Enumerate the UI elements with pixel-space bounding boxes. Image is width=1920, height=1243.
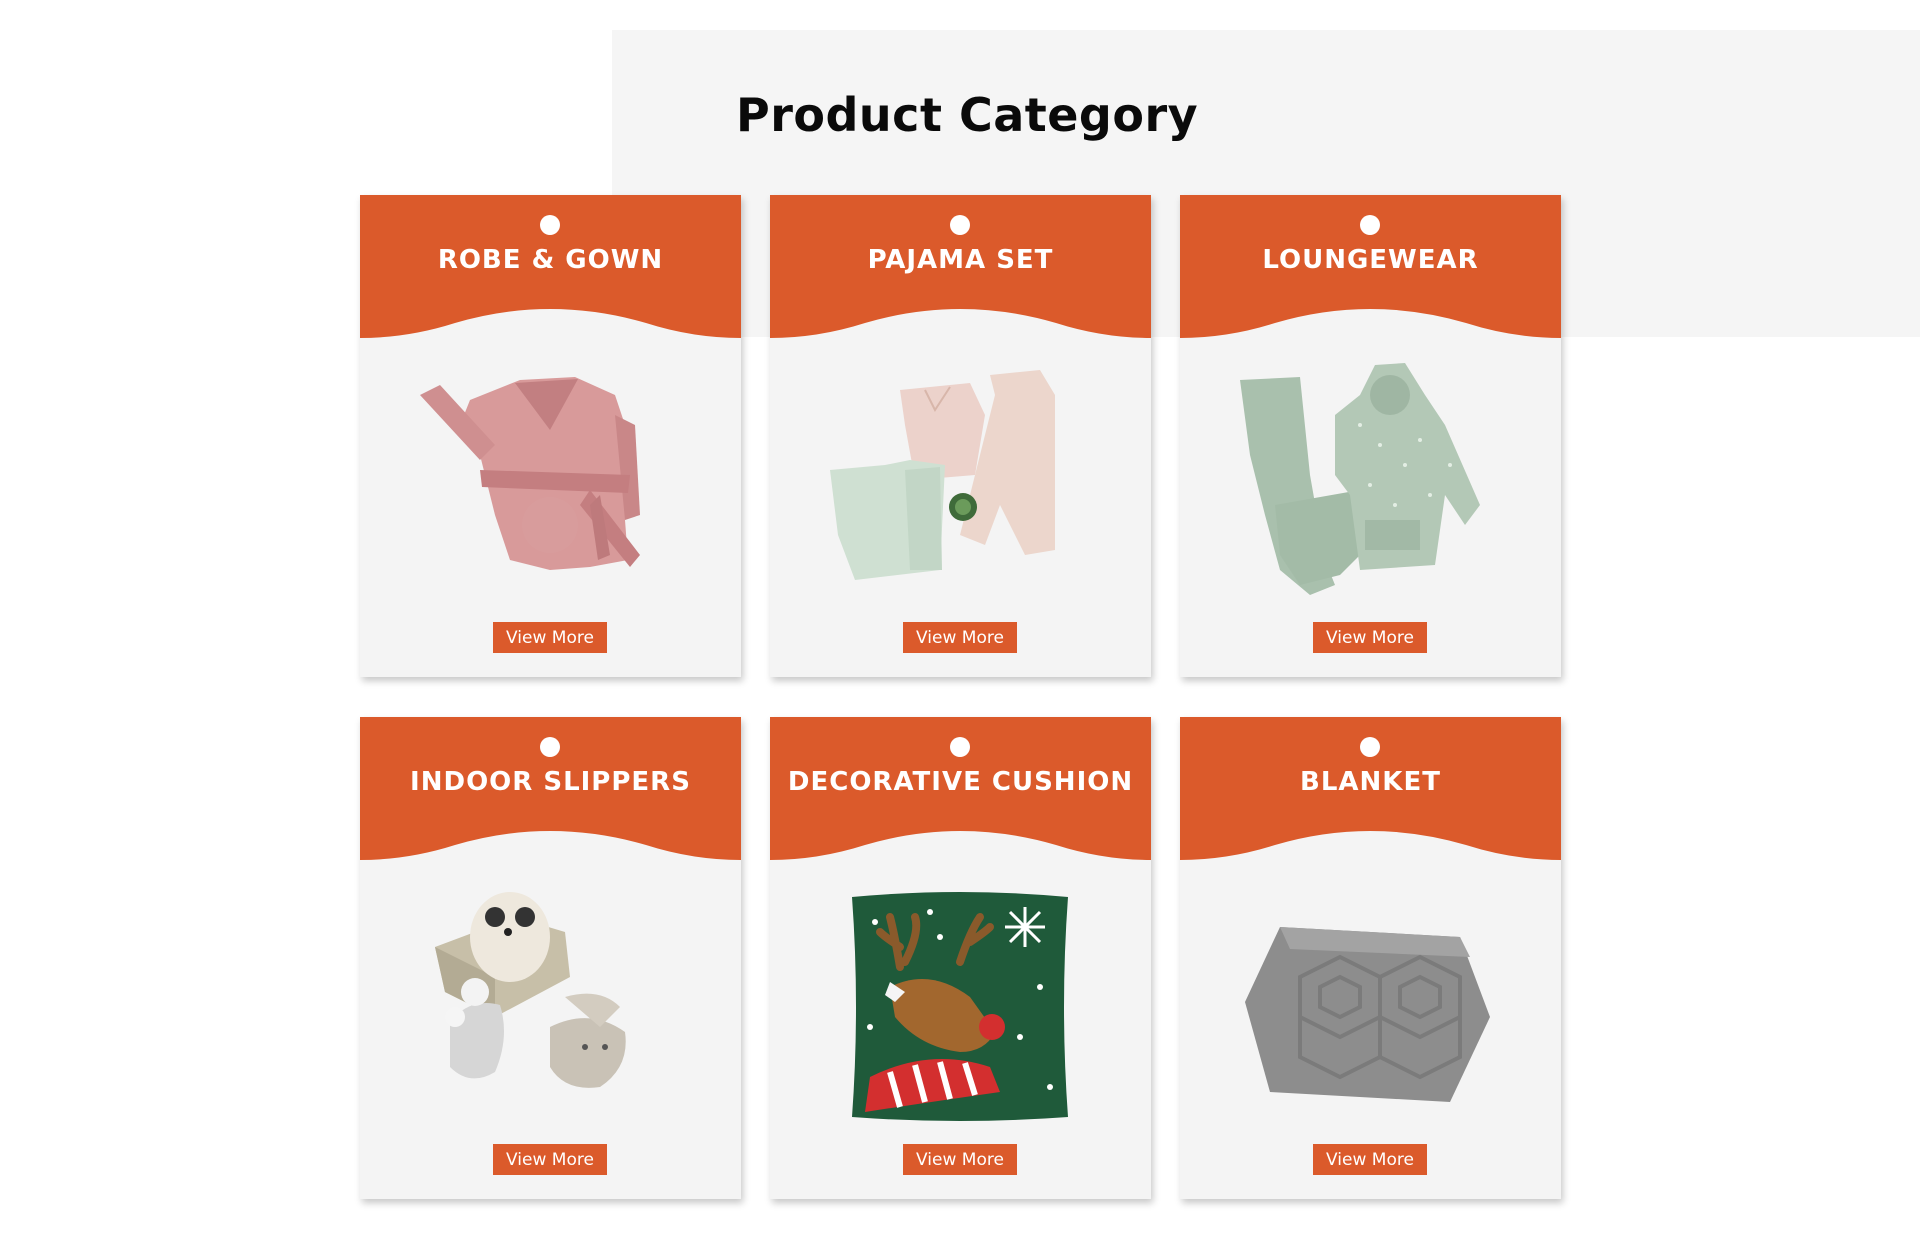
tag-hole bbox=[950, 737, 970, 757]
category-card-indoor-slippers[interactable]: INDOOR SLIPPERS View More bbox=[360, 717, 741, 1199]
tag-hole bbox=[540, 737, 560, 757]
product-image-sage-hoodie-set[interactable] bbox=[1220, 355, 1521, 615]
view-more-button[interactable]: View More bbox=[903, 622, 1017, 653]
view-more-button[interactable]: View More bbox=[1313, 1144, 1427, 1175]
card-title: LOUNGEWEAR bbox=[1262, 245, 1479, 275]
view-more-button[interactable]: View More bbox=[493, 622, 607, 653]
tag-hole bbox=[1360, 215, 1380, 235]
card-title: ROBE & GOWN bbox=[437, 245, 664, 275]
product-image-pajama-sets[interactable] bbox=[810, 355, 1111, 615]
product-image-plush-slippers[interactable] bbox=[400, 877, 701, 1137]
card-title: DECORATIVE CUSHION bbox=[787, 767, 1134, 797]
product-image-pink-robe[interactable] bbox=[400, 355, 701, 615]
category-card-blanket[interactable]: BLANKET View More bbox=[1180, 717, 1561, 1199]
category-card-loungewear[interactable]: LOUNGEWEAR View More bbox=[1180, 195, 1561, 677]
section-title: Product Category bbox=[736, 88, 1199, 142]
category-card-robe-gown[interactable]: ROBE & GOWN View More bbox=[360, 195, 741, 677]
tag-hole bbox=[540, 215, 560, 235]
view-more-button[interactable]: View More bbox=[493, 1144, 607, 1175]
category-card-decorative-cushion[interactable]: DECORATIVE CUSHION View More bbox=[770, 717, 1151, 1199]
tag-hole bbox=[950, 215, 970, 235]
product-image-grey-blanket[interactable] bbox=[1220, 877, 1521, 1137]
view-more-button[interactable]: View More bbox=[1313, 622, 1427, 653]
tag-hole bbox=[1360, 737, 1380, 757]
card-title: INDOOR SLIPPERS bbox=[410, 767, 691, 797]
category-card-pajama-set[interactable]: PAJAMA SET View More bbox=[770, 195, 1151, 677]
card-title: BLANKET bbox=[1300, 767, 1441, 797]
category-grid: ROBE & GOWN View More PAJAMA SET View Mo… bbox=[360, 195, 1561, 1199]
view-more-button[interactable]: View More bbox=[903, 1144, 1017, 1175]
product-image-reindeer-cushion[interactable] bbox=[810, 877, 1111, 1137]
card-title: PAJAMA SET bbox=[867, 245, 1054, 275]
